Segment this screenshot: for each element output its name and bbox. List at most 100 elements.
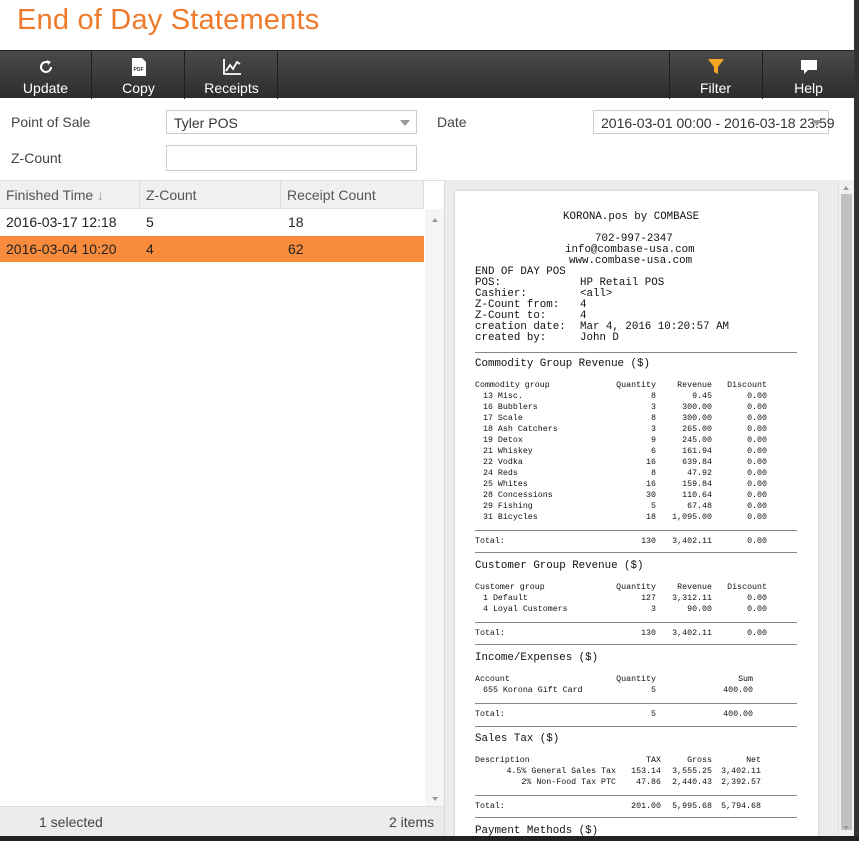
receipt-col-header: Gross [687,756,712,765]
table-row-selected[interactable]: 2016-03-04 10:20 4 62 [0,236,424,262]
divider [475,622,797,623]
receipt-col-header: Discount [727,381,767,390]
row-receipt-count: 18 [288,214,304,230]
receipt-cell: 300.00 [682,403,712,412]
date-label: Date [437,114,467,130]
receipt-cell: 0.00 [747,469,767,478]
receipt-cell: 30 [646,491,656,500]
pos-label: Point of Sale [11,114,91,130]
column-finished-time[interactable]: Finished Time ↓ [0,181,140,209]
receipt-cell: 0.00 [747,594,767,603]
receipt-cell: 8 [651,469,656,478]
receipt-cell: 0.00 [747,403,767,412]
update-label: Update [22,80,69,96]
receipt-total-cell: 5,995.68 [672,802,712,811]
scroll-up-icon[interactable] [843,186,849,190]
receipt-cell: 67.48 [687,502,712,511]
pdf-badge-text: PDF [133,67,143,73]
receipt-cell: 9.45 [692,392,712,401]
row-zcount: 5 [146,214,154,230]
scroll-down-icon[interactable] [432,797,438,801]
column-receipt-count[interactable]: Receipt Count [281,181,424,209]
chart-icon [186,57,277,77]
receipt-col-header: Discount [727,583,767,592]
receipt-col-header: Customer group [475,583,545,592]
scroll-up-icon[interactable] [432,218,438,222]
receipt-total-cell: Total: [475,710,505,719]
grid-scrollbar[interactable] [425,209,444,807]
receipt-cell: 161.94 [682,447,712,456]
zcount-input[interactable] [166,145,417,171]
table-row[interactable]: 2016-03-17 12:18 5 18 [0,209,424,235]
receipt-cell: 18 [646,513,656,522]
copy-button[interactable]: PDF Copy [93,51,185,99]
row-finished-time: 2016-03-17 12:18 [6,214,117,230]
receipt-cell: 0.00 [747,447,767,456]
receipt-company: KORONA.pos by COMBASE [563,211,700,223]
receipt-cell: 0.00 [747,605,767,614]
pos-select[interactable]: Tyler POS [166,110,417,134]
income-title: Income/Expenses ($) [475,652,599,664]
tax-title: Sales Tax ($) [475,733,560,745]
filter-button[interactable]: Filter [669,51,761,99]
receipt-total-cell: Total: [475,537,505,546]
help-button[interactable]: Help [762,51,854,99]
receipt-cell: 2,392.57 [721,778,761,787]
receipt-cell: 3,555.25 [672,767,712,776]
column-zcount[interactable]: Z-Count [140,181,281,209]
speech-bubble-icon [763,57,854,77]
grid-footer: 1 selected 2 items [0,806,444,836]
receipt-col-header: Account [475,675,510,684]
divider [475,795,797,796]
date-range-select[interactable]: 2016-03-01 00:00 - 2016-03-18 23:59 [593,110,835,134]
receipt-cell: 0.00 [747,392,767,401]
receipt-col-header: Description [475,756,530,765]
item-count: 2 items [389,814,435,830]
pos-select-value: Tyler POS [174,115,238,131]
receipt-cell: 153.14 [631,767,661,776]
divider [475,726,797,727]
receipt-cell: 5 [651,686,656,695]
receipt-cell: 0.00 [747,458,767,467]
receipt-cell: 0.00 [747,491,767,500]
receipt-cell: 90.00 [687,605,712,614]
receipt-cell: 127 [641,594,656,603]
receipt-total-cell: 400.00 [723,710,753,719]
end-of-day-window: End of Day Statements Update PDF Copy Re… [0,0,859,841]
receipts-button[interactable]: Receipts [186,51,278,99]
receipt-cell: 29 Fishing [483,502,533,511]
receipt-cell: 9 [651,436,656,445]
receipt-col-header: Revenue [677,381,712,390]
scrollbar-thumb[interactable] [841,194,852,830]
grid-header: Finished Time ↓ Z-Count Receipt Count [0,181,424,209]
receipt-total-cell: Total: [475,629,505,638]
help-label: Help [794,80,823,96]
scroll-down-icon[interactable] [843,826,849,830]
preview-scrollbar[interactable] [838,180,854,836]
receipt-preview: KORONA.pos by COMBASE 702-997-2347 info@… [455,191,818,836]
selected-count: 1 selected [39,814,103,830]
receipt-total-cell: 0.00 [747,629,767,638]
receipt-col-header: Quantity [616,381,656,390]
receipt-cell: 0.00 [747,513,767,522]
receipt-info-value: John D [580,332,619,344]
filter-icon [670,57,761,77]
receipt-total-cell: 5 [651,710,656,719]
receipt-cell: 2% Non-Food Tax PTC [521,778,616,787]
payment-title: Payment Methods ($) [475,825,599,836]
receipt-cell: 22 Vodka [483,458,523,467]
update-button[interactable]: Update [0,51,92,99]
chevron-down-icon [812,120,822,126]
copy-label: Copy [122,80,155,96]
receipt-cell: 18 Ash Catchers [483,425,558,434]
filter-label: Filter [699,80,732,96]
receipt-cell: 3,312.11 [672,594,712,603]
divider [475,644,797,645]
divider [475,530,797,531]
receipt-cell: 4 Loyal Customers [483,605,568,614]
receipt-cell: 13 Misc. [483,392,523,401]
receipt-cell: 24 Reds [483,469,518,478]
receipt-cell: 28 Concessions [483,491,553,500]
receipt-cell: 265.00 [682,425,712,434]
zcount-label: Z-Count [11,150,62,166]
